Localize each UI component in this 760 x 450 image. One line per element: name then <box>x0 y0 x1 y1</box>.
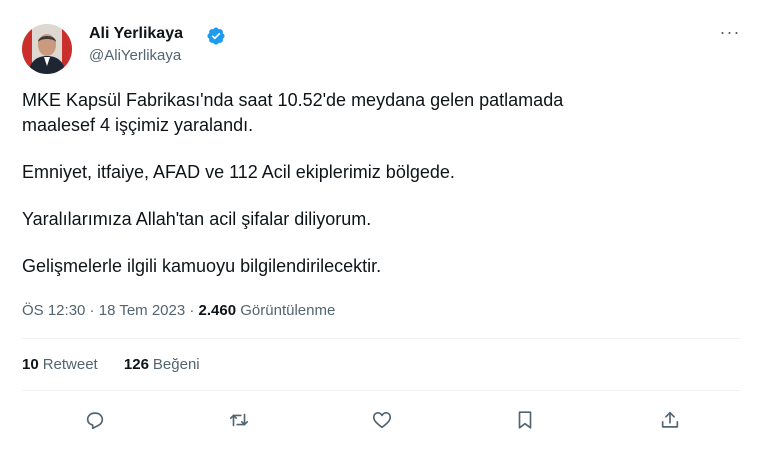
more-options-icon[interactable]: ··· <box>716 23 744 44</box>
divider <box>22 390 740 391</box>
likes-stat[interactable]: 126 Beğeni <box>124 356 200 373</box>
views-label: Görüntülenme <box>240 302 336 319</box>
tweet-time[interactable]: ÖS 12:30 <box>22 302 85 319</box>
retweets-count: 10 <box>22 356 39 373</box>
tweet-line: maalesef 4 işçimiz yaralandı. <box>22 115 254 135</box>
retweets-label: Retweet <box>42 356 98 373</box>
tweet-paragraph: Yaralılarımıza Allah'tan acil şifalar di… <box>22 209 372 229</box>
likes-count: 126 <box>123 356 149 373</box>
retweet-icon[interactable] <box>224 405 254 435</box>
bookmark-icon[interactable] <box>510 405 540 435</box>
views-count: 2.460 <box>198 302 237 319</box>
verified-badge-icon <box>206 26 226 46</box>
retweets-stat[interactable]: 10 Retweet <box>22 356 98 373</box>
tweet-paragraph: Emniyet, itfaiye, AFAD ve 112 Acil ekipl… <box>22 162 455 182</box>
tweet-text: MKE Kapsül Fabrikası'nda saat 10.52'de m… <box>22 88 722 279</box>
tweet-date[interactable]: 18 Tem 2023 <box>99 302 185 319</box>
likes-label: Beğeni <box>152 356 200 373</box>
tweet-card: Ali Yerlikaya @AliYerlikaya ··· MKE Kaps… <box>0 0 760 450</box>
share-icon[interactable] <box>655 405 685 435</box>
meta-separator: · <box>185 302 199 319</box>
tweet-meta: ÖS 12:30 · 18 Tem 2023 · 2.460 Görüntüle… <box>22 302 335 319</box>
tweet-paragraph: Gelişmelerle ilgili kamuoyu bilgilendiri… <box>22 256 382 276</box>
divider <box>22 338 740 339</box>
reply-icon[interactable] <box>80 405 110 435</box>
user-handle[interactable]: @AliYerlikaya <box>89 47 181 64</box>
like-icon[interactable] <box>367 405 397 435</box>
tweet-line: MKE Kapsül Fabrikası'nda saat 10.52'de m… <box>22 90 564 110</box>
avatar[interactable] <box>22 24 72 74</box>
engagement-stats: 10 Retweet 126 Beğeni <box>22 356 222 373</box>
display-name[interactable]: Ali Yerlikaya <box>89 25 183 43</box>
meta-separator: · <box>85 302 99 319</box>
